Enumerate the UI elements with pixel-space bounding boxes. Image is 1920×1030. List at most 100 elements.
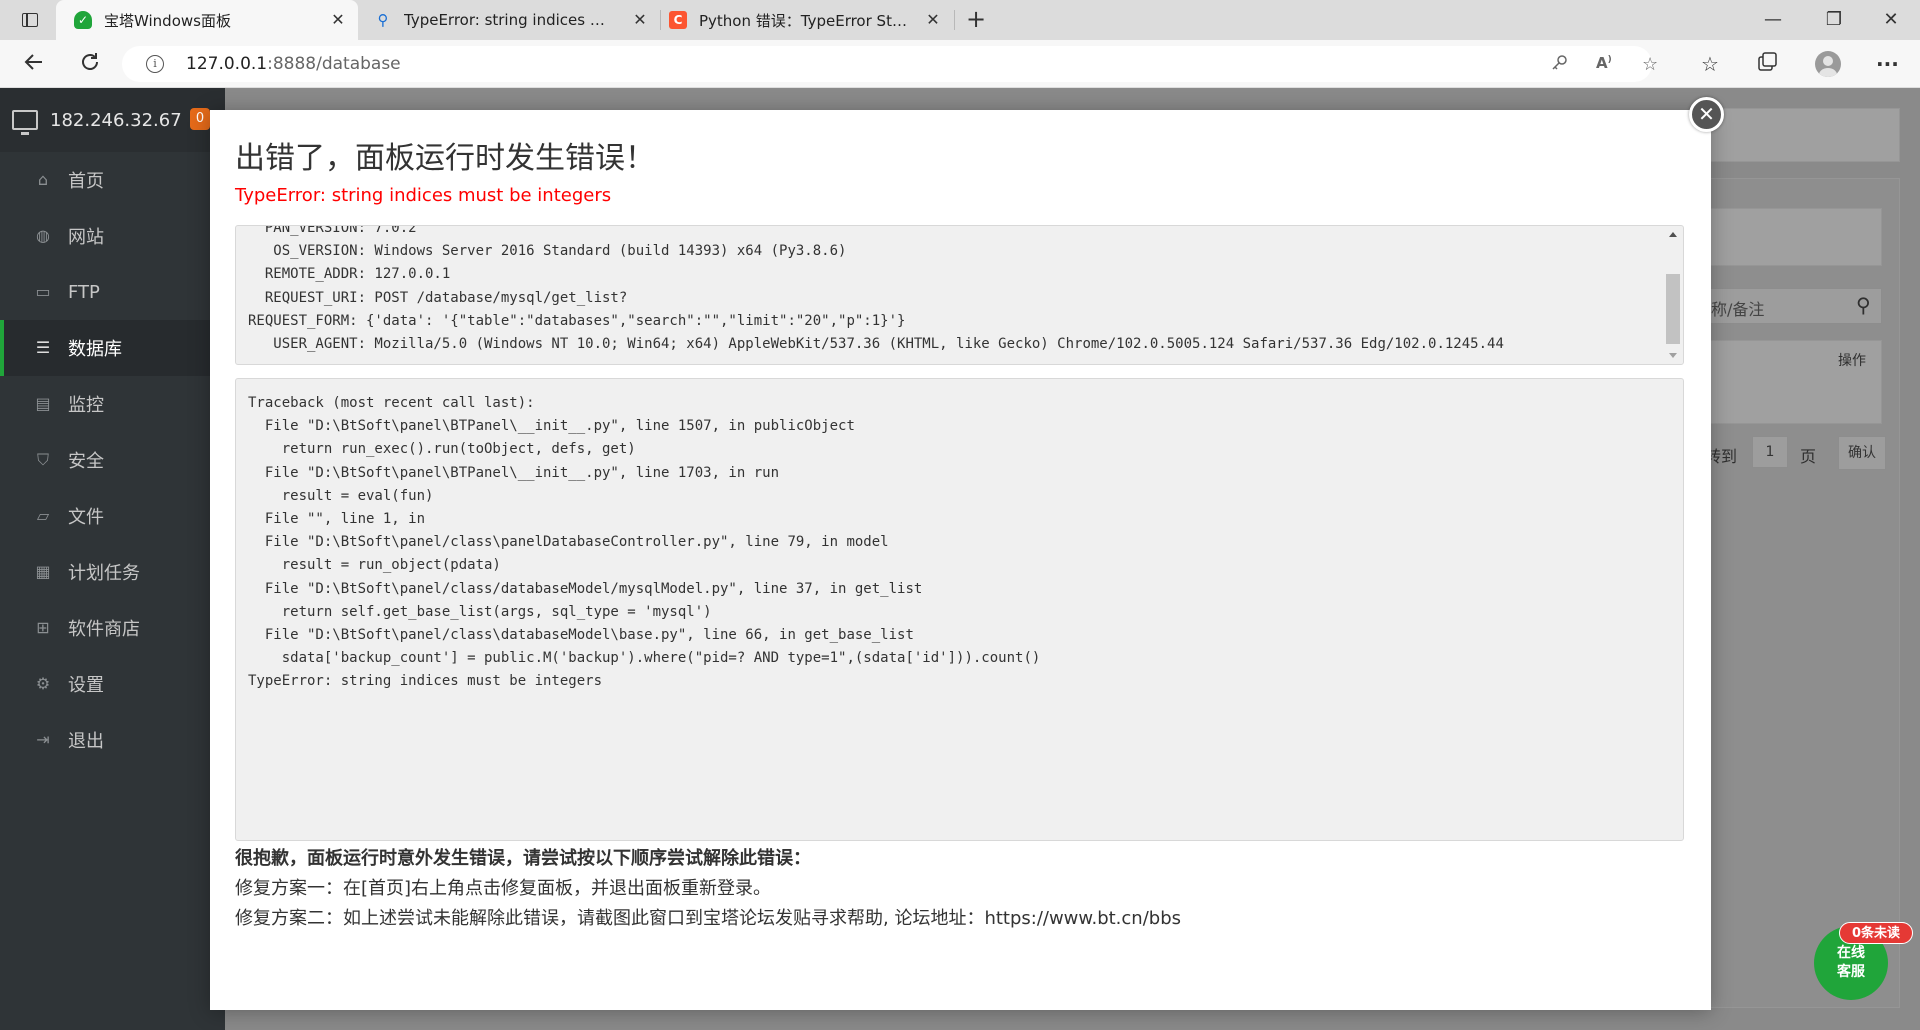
tab-typeerror-search[interactable]: ⚲ TypeError: string indices must be ✕	[360, 0, 660, 40]
arrow-left-icon	[24, 54, 42, 70]
sidebar-item-ftp[interactable]: ▭ FTP	[0, 264, 225, 320]
bg-page-input[interactable]: 1	[1752, 436, 1788, 468]
tab-title: Python 错误：TypeError String In	[699, 11, 911, 30]
request-info-text: PAN_VERSION: 7.0.2 OS_VERSION: Windows S…	[248, 225, 1504, 353]
scroll-down-arrow-icon[interactable]	[1669, 353, 1677, 358]
ftp-icon: ▭	[35, 282, 51, 301]
sidebar-item-label: 软件商店	[68, 619, 140, 640]
url-field[interactable]: i 127.0.0.1:8888/database A) ☆	[122, 46, 1658, 82]
tab-python-error[interactable]: C Python 错误：TypeError String In ✕	[661, 0, 953, 40]
tab-separator	[954, 10, 955, 30]
sidebar-item-home[interactable]: ⌂ 首页	[0, 152, 225, 208]
favorites-icon[interactable]: ☆	[1701, 51, 1719, 77]
sidebar-item-cron[interactable]: ▦ 计划任务	[0, 544, 225, 600]
server-ip: 182.246.32.67	[50, 109, 182, 131]
tab-actions-button[interactable]	[10, 8, 50, 32]
refresh-icon	[82, 53, 98, 70]
bg-confirm-button[interactable]: 确认	[1838, 436, 1886, 470]
collections-icon[interactable]	[1756, 51, 1778, 79]
sidebar-item-label: 首页	[68, 171, 104, 192]
browser-tab-bar: ✓ 宝塔Windows面板 ✕ ⚲ TypeError: string indi…	[0, 0, 1920, 40]
refresh-button[interactable]	[76, 50, 104, 78]
database-icon: ☰	[35, 338, 51, 357]
error-modal: 出错了，面板运行时发生错误！ TypeError: string indices…	[210, 110, 1711, 1010]
tab-close-icon[interactable]: ✕	[925, 12, 941, 28]
sidebar-item-settings[interactable]: ⚙ 设置	[0, 656, 225, 712]
sidebar-item-label: 计划任务	[68, 563, 140, 584]
url-text[interactable]: 127.0.0.1:8888/database	[186, 54, 401, 74]
tab-title: 宝塔Windows面板	[104, 11, 231, 30]
bg-search-placeholder: 称/备注	[1711, 300, 1765, 319]
monitor-icon	[12, 110, 38, 135]
sidebar-item-database[interactable]: ☰ 数据库	[0, 320, 225, 376]
modal-title: 出错了，面板运行时发生错误！	[235, 141, 655, 176]
key-icon-svg	[1552, 55, 1567, 70]
server-info: 182.246.32.67 0	[0, 88, 225, 152]
help-title: 很抱歉，面板运行时意外发生错误，请尝试按以下顺序尝试解除此错误：	[235, 848, 811, 869]
bg-header-card	[1700, 108, 1900, 162]
scroll-up-arrow-icon[interactable]	[1669, 232, 1677, 237]
traceback-text: Traceback (most recent call last): File …	[248, 395, 1041, 690]
sidebar-item-label: 监控	[68, 395, 104, 416]
bg-column-action: 操作	[1838, 353, 1866, 369]
help-solution-2: 修复方案二：如上述尝试未能解除此错误，请截图此窗口到宝塔论坛发贴寻求帮助, 论坛…	[235, 908, 1181, 929]
unread-badge: 0条未读	[1839, 922, 1913, 944]
home-icon: ⌂	[37, 170, 49, 189]
sidebar: 182.246.32.67 0 ⌂ 首页 ◍ 网站 ▭ FTP ☰ 数据库 ▤ …	[0, 88, 225, 1030]
logout-icon: ⇥	[36, 730, 50, 749]
url-host: 127.0.0.1	[186, 54, 268, 74]
baota-shield-icon: ✓	[74, 11, 92, 29]
sidebar-item-security[interactable]: ⛉ 安全	[0, 432, 225, 488]
scroll-thumb[interactable]	[1666, 274, 1680, 344]
bg-toolbar	[1705, 208, 1882, 266]
address-bar: i 127.0.0.1:8888/database A) ☆ ☆ ···	[0, 40, 1920, 88]
server-badge[interactable]: 0	[190, 108, 210, 130]
bg-page-unit: 页	[1800, 447, 1817, 466]
sidebar-item-store[interactable]: ⊞ 软件商店	[0, 600, 225, 656]
shield-icon: ⛉	[36, 450, 49, 469]
sidebar-item-label: 文件	[68, 507, 104, 528]
search-icon[interactable]: ⚲	[1856, 293, 1871, 317]
sidebar-item-label: FTP	[68, 281, 100, 303]
sidebar-item-logout[interactable]: ⇥ 退出	[0, 712, 225, 768]
globe-icon: ◍	[36, 226, 50, 245]
bg-search-box[interactable]: 称/备注 ⚲	[1705, 288, 1882, 324]
sidebar-item-monitor[interactable]: ▤ 监控	[0, 376, 225, 432]
csdn-logo-icon: C	[669, 11, 687, 29]
new-tab-button[interactable]: +	[966, 7, 986, 31]
key-icon[interactable]	[1550, 54, 1568, 77]
back-button[interactable]	[20, 50, 48, 78]
info-icon[interactable]: i	[146, 55, 164, 73]
help-solution-1: 修复方案一：在[首页]右上角点击修复面板，并退出面板重新登录。	[235, 878, 772, 899]
minimize-button[interactable]: —	[1750, 6, 1796, 34]
sidebar-item-label: 数据库	[68, 339, 122, 360]
search-icon: ⚲	[377, 11, 389, 29]
url-path: :8888/database	[267, 54, 401, 74]
folder-icon: ▱	[36, 506, 50, 525]
grid-icon: ⊞	[36, 618, 50, 637]
chat-label-line1: 在线	[1837, 945, 1865, 961]
tab-close-icon[interactable]: ✕	[330, 12, 346, 28]
monitor-chart-icon: ▤	[35, 394, 51, 413]
read-aloud-icon[interactable]: A)	[1596, 54, 1612, 72]
sidebar-item-label: 网站	[68, 227, 104, 248]
tab-actions-icon	[22, 13, 38, 27]
profile-avatar[interactable]	[1815, 51, 1841, 77]
sidebar-item-label: 设置	[68, 675, 104, 696]
collections-icon-svg	[1758, 52, 1777, 71]
tab-title: TypeError: string indices must be	[404, 11, 618, 29]
tab-baota-panel[interactable]: ✓ 宝塔Windows面板 ✕	[56, 0, 358, 40]
sidebar-item-label: 退出	[68, 731, 104, 752]
maximize-button[interactable]: ❐	[1811, 6, 1857, 34]
sidebar-item-website[interactable]: ◍ 网站	[0, 208, 225, 264]
window-close-button[interactable]: ✕	[1868, 6, 1914, 34]
request-info-box[interactable]: PAN_VERSION: 7.0.2 OS_VERSION: Windows S…	[235, 225, 1684, 365]
traceback-box[interactable]: Traceback (most recent call last): File …	[235, 378, 1684, 841]
tab-close-icon[interactable]: ✕	[632, 12, 648, 28]
modal-close-button[interactable]: ✕	[1689, 97, 1724, 132]
sidebar-item-files[interactable]: ▱ 文件	[0, 488, 225, 544]
scrollbar[interactable]	[1664, 228, 1682, 362]
add-favorite-icon[interactable]: ☆	[1642, 54, 1658, 75]
chat-label-line2: 客服	[1837, 964, 1865, 980]
more-menu-icon[interactable]: ···	[1876, 51, 1899, 77]
